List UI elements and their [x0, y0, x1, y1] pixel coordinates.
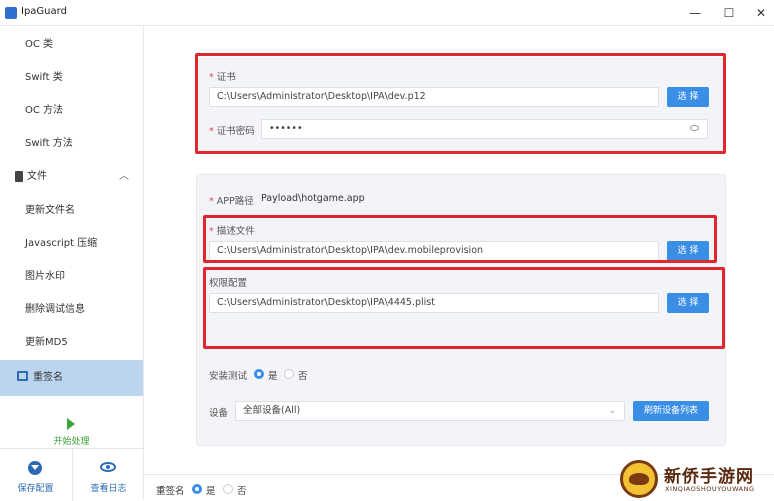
app-title: IpaGuard [21, 6, 67, 17]
install-test-label: 安装测试 [209, 371, 248, 382]
view-log-button[interactable]: 查看日志 [72, 449, 143, 501]
file-icon [15, 171, 23, 182]
install-test-yes-label: 是 [268, 371, 278, 382]
main-content: * 证书 C:\Users\Administrator\Desktop\IPA\d… [144, 26, 774, 474]
sidebar-item-resign[interactable]: 重签名 [0, 360, 143, 396]
install-test-no-radio[interactable] [284, 369, 294, 379]
minimize-button[interactable]: — [682, 3, 708, 23]
device-select-value: 全部设备(All) [243, 405, 301, 416]
app-path-label: * APP路径 [209, 196, 254, 207]
resign-yes-radio[interactable] [192, 484, 202, 494]
device-label: 设备 [209, 408, 229, 419]
maximize-button[interactable]: ☐ [716, 3, 742, 23]
install-test-yes-radio[interactable] [254, 369, 264, 379]
sidebar-item-label: 图片水印 [25, 271, 65, 282]
sidebar-group-files[interactable]: 文件 ︿ [0, 161, 143, 193]
play-icon [67, 418, 75, 430]
resign-no-radio[interactable] [223, 484, 233, 494]
save-config-label: 保存配置 [17, 484, 54, 494]
start-processing-button[interactable]: 开始处理 [0, 404, 143, 454]
sidebar-item-oc-method[interactable]: OC 方法 [0, 95, 143, 127]
sidebar-item-oc-class[interactable]: OC 类 [0, 29, 143, 61]
highlight-profile [203, 215, 717, 263]
sidebar-item-label: OC 方法 [25, 105, 64, 116]
sidebar-group-label: 文件 [27, 171, 47, 182]
app-icon [5, 7, 17, 19]
sidebar-item-swift-method[interactable]: Swift 方法 [0, 128, 143, 160]
resign-label: 重签名 [156, 486, 185, 497]
sidebar-item-rename-files[interactable]: 更新文件名 [0, 195, 143, 227]
sidebar-item-label: Javascript 压缩 [25, 238, 98, 249]
sidebar-item-js-compress[interactable]: Javascript 压缩 [0, 228, 143, 260]
site-watermark: 新侨手游网 XINQIAOSHOUYOUWANG [618, 458, 774, 500]
sidebar-item-label: 更新文件名 [25, 205, 75, 216]
resign-yes-label: 是 [206, 486, 216, 497]
highlight-certificate [195, 53, 726, 154]
watermark-title: 新侨手游网 [664, 467, 754, 487]
highlight-entitlements [203, 267, 725, 349]
title-bar: IpaGuard — ☐ ✕ [0, 0, 774, 26]
watermark-subtitle: XINQIAOSHOUYOUWANG [665, 485, 755, 493]
app-path-value: Payload\hotgame.app [261, 193, 365, 204]
start-processing-label: 开始处理 [53, 437, 90, 447]
edit-signature-icon [17, 371, 28, 381]
refresh-devices-button[interactable]: 刷新设备列表 [633, 401, 709, 421]
sidebar-item-label: OC 类 [25, 39, 54, 50]
sidebar-item-label: Swift 方法 [25, 138, 73, 149]
eye-icon [100, 462, 116, 472]
resign-no-label: 否 [237, 486, 247, 497]
view-log-label: 查看日志 [90, 484, 127, 494]
save-config-button[interactable]: 保存配置 [0, 449, 71, 501]
sidebar-item-remove-debug-info[interactable]: 删除调试信息 [0, 294, 143, 326]
close-button[interactable]: ✕ [748, 3, 774, 23]
sidebar-item-label: Swift 类 [25, 72, 63, 83]
sidebar-item-swift-class[interactable]: Swift 类 [0, 62, 143, 94]
sidebar-item-label: 更新MD5 [25, 337, 68, 348]
install-test-no-label: 否 [298, 371, 308, 382]
sidebar-item-label: 删除调试信息 [25, 304, 85, 315]
sidebar: OC 类 Swift 类 OC 方法 Swift 方法 文件 ︿ 更新文件名 J… [0, 26, 144, 501]
chevron-up-icon: ︿ [119, 171, 129, 182]
sidebar-bottom-bar: 保存配置 查看日志 [0, 448, 143, 501]
sidebar-item-label: 重签名 [33, 372, 63, 383]
device-select[interactable]: 全部设备(All) ⌄ [235, 401, 625, 421]
sidebar-item-image-watermark[interactable]: 图片水印 [0, 261, 143, 293]
watermark-logo-icon [620, 460, 658, 498]
sidebar-item-update-md5[interactable]: 更新MD5 [0, 327, 143, 359]
download-icon [28, 461, 42, 475]
chevron-down-icon: ⌄ [608, 406, 616, 416]
